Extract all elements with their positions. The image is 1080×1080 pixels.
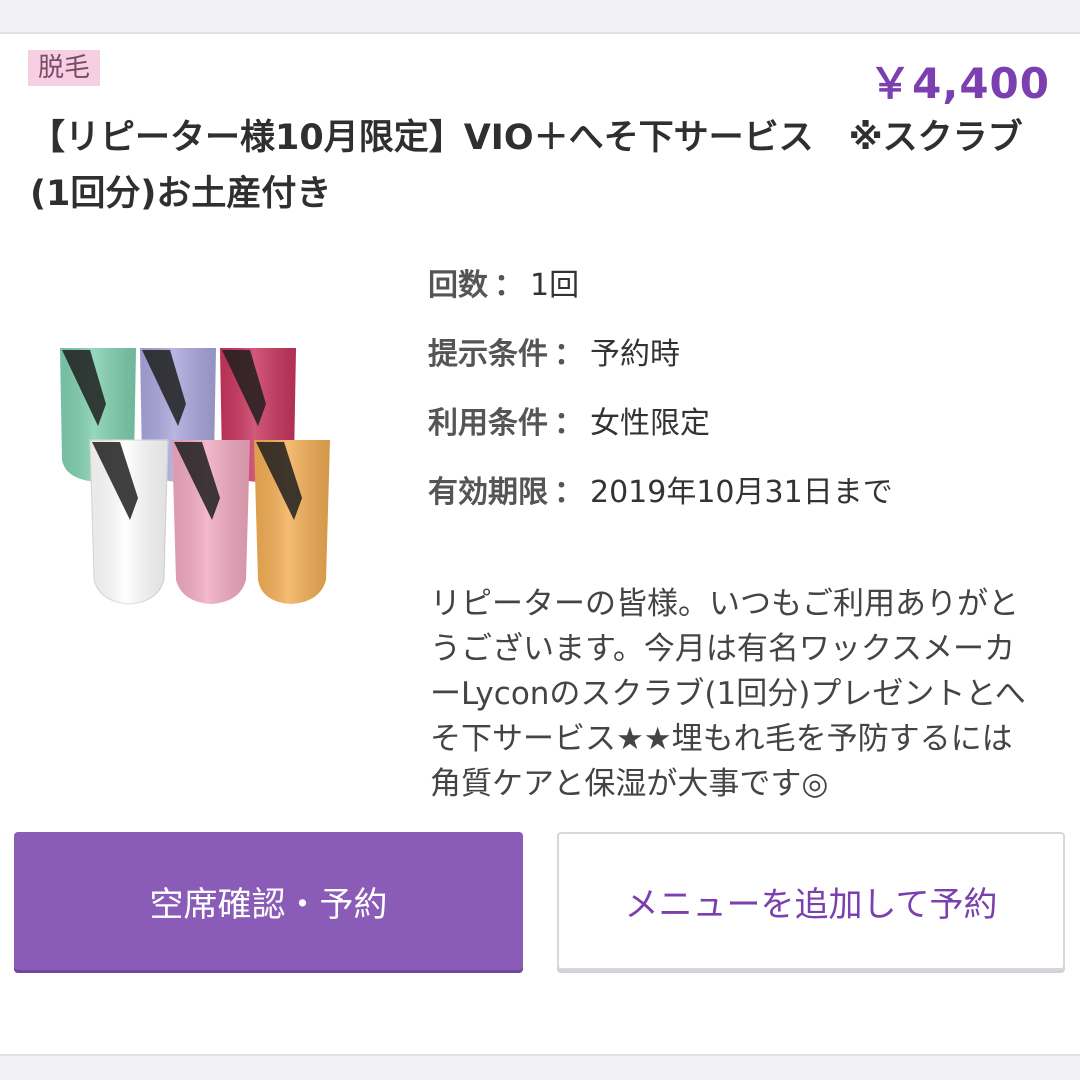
coupon-details: 回数 ： 1回 提示条件 ： 予約時 利用条件 ： 女性限定 有効期限 ： 20… bbox=[428, 260, 1048, 536]
add-menu-reserve-button[interactable]: メニューを追加して予約 bbox=[557, 832, 1065, 970]
product-image bbox=[60, 348, 330, 605]
tube-coconut-vanilla bbox=[89, 439, 169, 605]
detail-value: 1回 bbox=[530, 268, 580, 303]
price: ￥4,400 bbox=[869, 59, 1050, 108]
tube-mango-guava bbox=[254, 440, 330, 604]
detail-value: 予約時 bbox=[590, 337, 680, 372]
detail-separator: ： bbox=[554, 406, 584, 441]
detail-row-present-condition: 提示条件 ： 予約時 bbox=[428, 329, 1048, 398]
category-tag: 脱毛 bbox=[28, 50, 101, 86]
detail-separator: ： bbox=[494, 268, 524, 303]
detail-label: 利用条件 bbox=[428, 406, 548, 441]
check-availability-reserve-button[interactable]: 空席確認・予約 bbox=[14, 832, 523, 970]
coupon-title: 【リピーター様10月限定】VIO＋へそ下サービス ※スクラブ(1回分)お土産付き bbox=[30, 118, 1023, 214]
coupon-description: リピーターの皆様。いつもご利用ありがとうございます。今月は有名ワックスメーカーL… bbox=[430, 586, 1026, 802]
detail-label: 回数 bbox=[428, 268, 488, 303]
detail-row-expiry: 有効期限 ： 2019年10月31日まで bbox=[428, 467, 1048, 536]
detail-separator: ： bbox=[554, 337, 584, 372]
detail-separator: ： bbox=[554, 475, 584, 510]
detail-value: 女性限定 bbox=[590, 406, 710, 441]
detail-value: 2019年10月31日まで bbox=[590, 475, 893, 510]
detail-row-count: 回数 ： 1回 bbox=[428, 260, 1048, 329]
detail-label: 提示条件 bbox=[428, 337, 548, 372]
detail-label: 有効期限 bbox=[428, 475, 548, 510]
tube-pink-grapefruit bbox=[172, 440, 250, 604]
detail-row-usage-condition: 利用条件 ： 女性限定 bbox=[428, 398, 1048, 467]
